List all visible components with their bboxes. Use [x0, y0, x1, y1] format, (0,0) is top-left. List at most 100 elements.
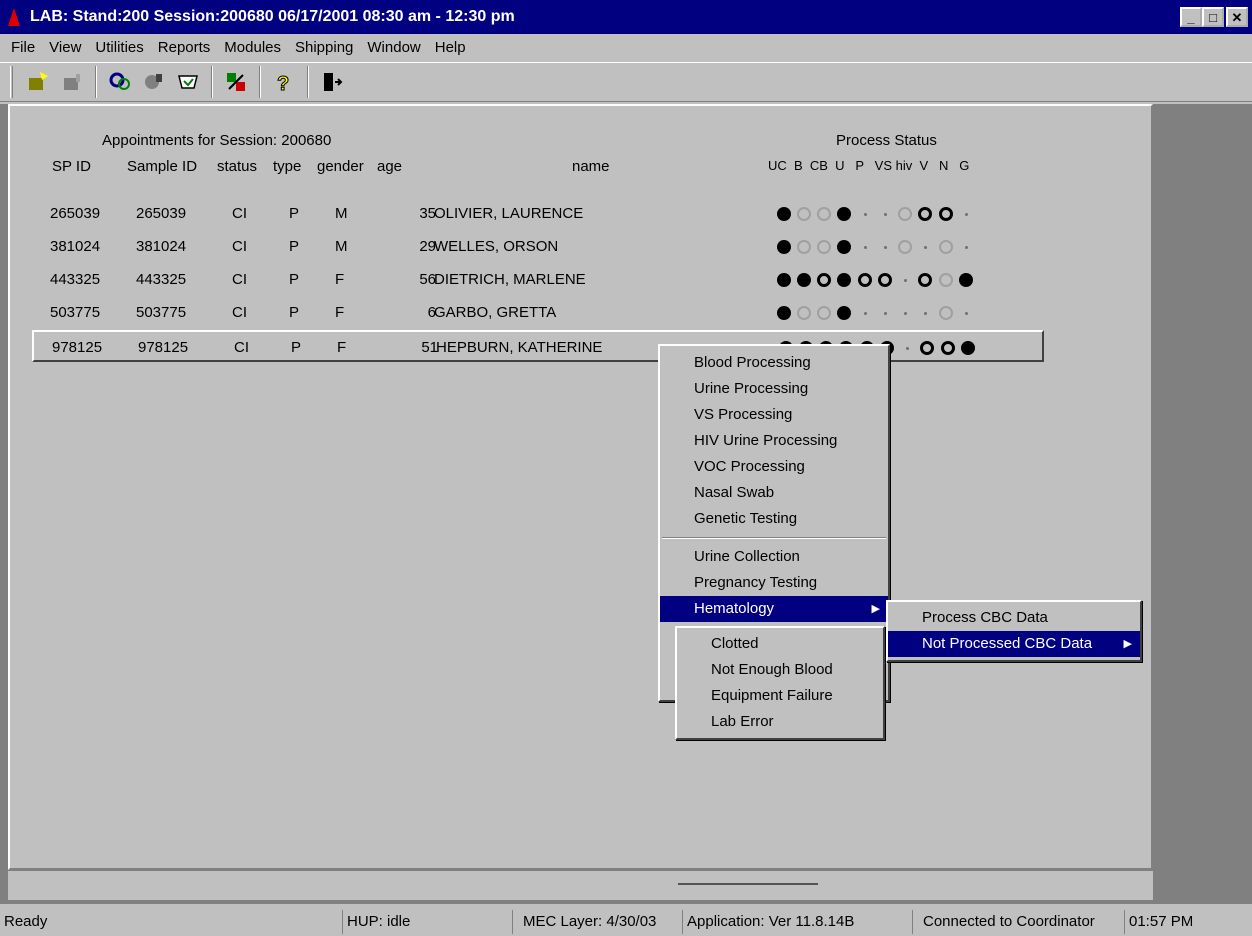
col-type: type: [273, 158, 302, 175]
status-dot-filled: [837, 207, 851, 221]
menu-process-cbc-data[interactable]: Process CBC Data: [888, 605, 1140, 631]
col-sample-id: Sample ID: [127, 158, 198, 175]
table-row[interactable]: 978125 978125 CI P F 51 HEPBURN, KATHERINE: [32, 330, 1044, 362]
appointments-window: Appointments for Session: 200680 Process…: [8, 104, 1153, 870]
toolbar-separator: [95, 66, 97, 98]
table-row[interactable]: 503775 503775 CI P F 6 GARBO, GRETTA: [32, 297, 1044, 329]
cell-status: CI: [232, 304, 247, 321]
status-dot-small: [904, 279, 907, 282]
status-dot-gray: [817, 306, 831, 320]
col-gender: gender: [317, 158, 364, 175]
menu-blood-processing[interactable]: Blood Processing: [660, 350, 888, 376]
status-dot-hollow: [939, 207, 953, 221]
toolbar: ?: [0, 62, 1252, 102]
cell-sample: 381024: [136, 238, 187, 255]
menu-bar: File View Utilities Reports Modules Ship…: [0, 34, 1252, 60]
status-dot-filled: [837, 273, 851, 287]
cell-type: P: [291, 339, 302, 356]
status-dot-small: [864, 213, 867, 216]
table-row[interactable]: 381024 381024 CI P M 29 WELLES, ORSON: [32, 231, 1044, 263]
window-title: LAB: Stand:200 Session:200680 06/17/2001…: [30, 8, 515, 25]
col-spid: SP ID: [52, 158, 91, 175]
menu-window[interactable]: Window: [360, 39, 427, 56]
status-dot-small: [965, 312, 968, 315]
menu-reports[interactable]: Reports: [151, 39, 218, 56]
table-row[interactable]: 443325 443325 CI P F 56 DIETRICH, MARLENE: [32, 264, 1044, 296]
ship-icon[interactable]: [173, 67, 203, 97]
menu-not-processed-cbc-data[interactable]: Not Processed CBC Data ▶: [888, 631, 1140, 657]
menu-genetic-testing[interactable]: Genetic Testing: [660, 506, 888, 532]
maximize-button[interactable]: □: [1202, 7, 1224, 27]
menu-not-enough-blood[interactable]: Not Enough Blood: [677, 657, 883, 683]
submenu-arrow-icon: ▶: [1123, 638, 1132, 650]
switch-icon[interactable]: [221, 67, 251, 97]
submenu-arrow-icon: ▶: [871, 603, 880, 615]
table-row[interactable]: 265039 265039 CI P M 35 OLIVIER, LAURENCE: [32, 198, 1044, 230]
menu-hematology[interactable]: Hematology ▶: [660, 596, 888, 622]
menu-not-processed-label: Not Processed CBC Data: [922, 635, 1093, 652]
cell-gender: F: [335, 304, 345, 321]
menu-equipment-failure[interactable]: Equipment Failure: [677, 683, 883, 709]
status-dot-filled: [777, 273, 791, 287]
menu-pregnancy-testing[interactable]: Pregnancy Testing: [660, 570, 888, 596]
status-dot-gray: [939, 306, 953, 320]
menu-modules[interactable]: Modules: [217, 39, 288, 56]
menu-lab-error[interactable]: Lab Error: [677, 709, 883, 735]
cell-age: 56: [419, 271, 436, 288]
menu-urine-processing[interactable]: Urine Processing: [660, 376, 888, 402]
cell-age: 6: [427, 304, 436, 321]
title-bar: LAB: Stand:200 Session:200680 06/17/2001…: [0, 0, 1252, 34]
minimize-button[interactable]: _: [1180, 7, 1202, 27]
col-status: status: [217, 158, 258, 175]
cell-status: CI: [232, 271, 247, 288]
status-dot-filled: [959, 273, 973, 287]
cell-name: WELLES, ORSON: [434, 238, 559, 255]
hematology-submenu: Process CBC Data Not Processed CBC Data ▶: [886, 600, 1142, 662]
sample-icon[interactable]: [139, 67, 169, 97]
cell-age: 35: [419, 205, 436, 222]
menu-help[interactable]: Help: [428, 39, 473, 56]
menu-view[interactable]: View: [42, 39, 88, 56]
status-dot-small: [965, 213, 968, 216]
status-dot-hollow: [858, 273, 872, 287]
cell-name: DIETRICH, MARLENE: [434, 271, 586, 288]
menu-utilities[interactable]: Utilities: [88, 39, 150, 56]
close-button[interactable]: ✕: [1226, 7, 1248, 27]
cell-gender: M: [335, 205, 348, 222]
menu-vs-processing[interactable]: VS Processing: [660, 402, 888, 428]
new-session-icon[interactable]: [23, 67, 53, 97]
status-dot-hollow: [920, 341, 934, 355]
menu-urine-collection[interactable]: Urine Collection: [660, 544, 888, 570]
status-dot-hollow: [878, 273, 892, 287]
cell-age: 29: [419, 238, 436, 255]
menu-shipping[interactable]: Shipping: [288, 39, 360, 56]
app-icon[interactable]: [4, 6, 26, 28]
status-dot-gray: [939, 240, 953, 254]
process-status-heading: Process Status: [836, 132, 937, 149]
cell-spid: 503775: [50, 304, 101, 321]
cell-status: CI: [232, 238, 247, 255]
toolbar-separator: [307, 66, 309, 98]
cell-spid: 443325: [50, 271, 101, 288]
find-icon[interactable]: [105, 67, 135, 97]
menu-hematology-label: Hematology: [694, 600, 775, 617]
cell-gender: F: [337, 339, 347, 356]
cell-status: CI: [234, 339, 249, 356]
menu-clotted[interactable]: Clotted: [677, 631, 883, 657]
status-dot-small: [884, 312, 887, 315]
menu-nasal-swab[interactable]: Nasal Swab: [660, 480, 888, 506]
cell-type: P: [289, 205, 300, 222]
menu-voc-processing[interactable]: VOC Processing: [660, 454, 888, 480]
menu-file[interactable]: File: [4, 39, 42, 56]
help-icon[interactable]: ?: [269, 67, 299, 97]
status-dot-small: [904, 312, 907, 315]
status-dot-small: [884, 213, 887, 216]
status-ready: Ready: [4, 913, 48, 930]
status-dot-gray: [797, 207, 811, 221]
exit-icon[interactable]: [317, 67, 347, 97]
status-dot-hollow: [918, 207, 932, 221]
status-hup: HUP: idle: [342, 910, 512, 934]
menu-hiv-urine-processing[interactable]: HIV Urine Processing: [660, 428, 888, 454]
status-dot-hollow: [817, 273, 831, 287]
close-session-icon[interactable]: [57, 67, 87, 97]
